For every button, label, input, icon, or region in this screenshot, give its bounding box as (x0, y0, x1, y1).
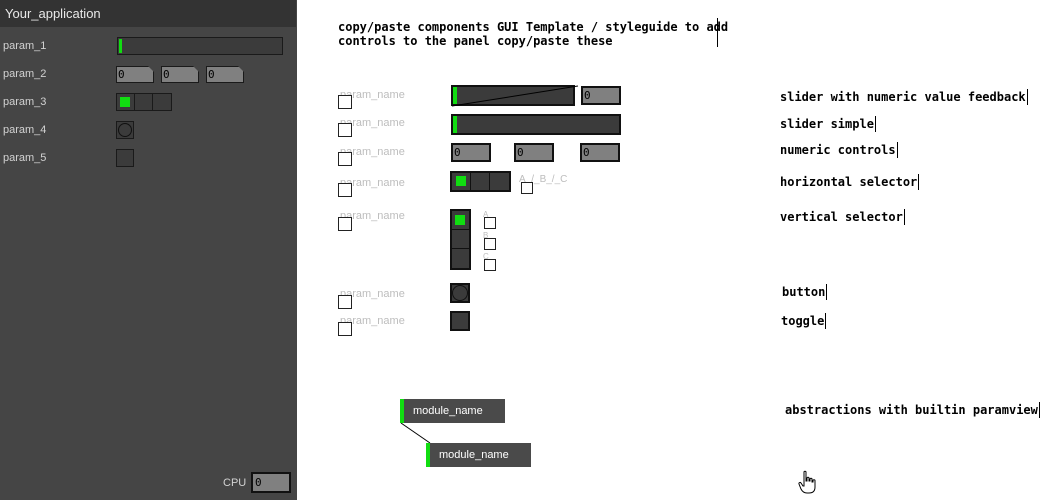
numeric-control-1[interactable]: 0 (451, 143, 491, 162)
comment-toggle[interactable]: toggle (781, 313, 827, 329)
number-value: 0 (584, 89, 591, 102)
comment-slider-simple[interactable]: slider simple (780, 116, 876, 132)
module-label: module_name (413, 405, 483, 417)
comment-text: slider simple (780, 117, 874, 131)
number-value: 0 (454, 146, 461, 159)
inlet-box[interactable] (338, 123, 352, 137)
bang-button[interactable] (450, 283, 470, 303)
inlet-box[interactable] (338, 152, 352, 166)
inlet-box[interactable] (484, 259, 496, 271)
selector-option-c[interactable] (490, 173, 509, 190)
simple-slider[interactable] (451, 114, 621, 135)
comment-text: toggle (781, 314, 825, 328)
module-abstraction-2[interactable]: module_name (426, 443, 531, 467)
inlet-box[interactable] (521, 182, 533, 194)
comment-numeric[interactable]: numeric controls (780, 142, 898, 158)
inlet-box[interactable] (338, 217, 352, 231)
inlet-box[interactable] (484, 217, 496, 229)
selector-option-b[interactable] (471, 173, 490, 190)
number-value: 0 (583, 146, 590, 159)
hand-pointer-icon (798, 470, 816, 494)
comment-abstractions[interactable]: abstractions with builtin paramview (785, 402, 1040, 418)
comment-text: button (782, 285, 826, 299)
comment-vselector[interactable]: vertical selector (780, 209, 905, 225)
module-abstraction-1[interactable]: module_name (400, 399, 505, 423)
patch-cord (451, 85, 579, 107)
inlet-box[interactable] (338, 183, 352, 197)
patch-cords (400, 85, 579, 444)
comment-slider-feedback[interactable]: slider with numeric value feedback (780, 89, 1028, 105)
comment-text: slider with numeric value feedback (780, 90, 1026, 104)
feedback-number[interactable]: 0 (581, 86, 621, 105)
comment-text: horizontal selector (780, 175, 918, 189)
number-value: 0 (517, 146, 524, 159)
inlet-box[interactable] (338, 322, 352, 336)
selector-option-a[interactable] (452, 173, 471, 190)
comment-text: numeric controls (780, 143, 896, 157)
slider-knob[interactable] (453, 116, 457, 133)
comment-button[interactable]: button (782, 284, 828, 300)
inlet-box[interactable] (338, 295, 352, 309)
vertical-selector[interactable] (450, 209, 471, 270)
numeric-control-2[interactable]: 0 (514, 143, 554, 162)
comment-text: vertical selector (780, 210, 903, 224)
patch-cord (400, 422, 431, 444)
comment-text: abstractions with builtin paramview (785, 403, 1038, 417)
selector-option-b[interactable] (452, 230, 469, 249)
toggle-control[interactable] (450, 311, 470, 331)
selector-option-a[interactable] (452, 211, 469, 230)
numeric-control-3[interactable]: 0 (580, 143, 620, 162)
inlet-box[interactable] (484, 238, 496, 250)
comment-hselector[interactable]: horizontal selector (780, 174, 920, 190)
circle-icon (452, 285, 468, 301)
selector-option-c[interactable] (452, 249, 469, 268)
horizontal-selector[interactable] (450, 171, 511, 192)
module-label: module_name (439, 449, 509, 461)
